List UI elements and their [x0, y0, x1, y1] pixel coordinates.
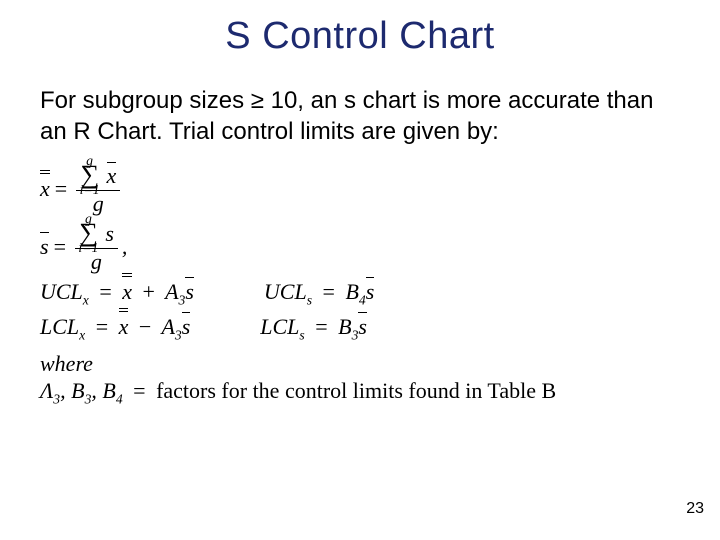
ucl-x: UCLx = x + A3s: [40, 279, 194, 308]
page-title: S Control Chart: [40, 15, 680, 58]
eq-xdoublebar: x = ∑ g i=1 x g: [40, 161, 680, 215]
factors-line: Λ3, B3, B4 = factors for the control lim…: [40, 378, 680, 407]
equations: x = ∑ g i=1 x g s =: [40, 161, 680, 407]
equals-sign: =: [49, 234, 71, 259]
fraction: ∑ g i=1 x g: [76, 161, 120, 215]
sigma-icon: ∑ g i=1: [79, 219, 98, 247]
comma: ,: [122, 234, 128, 259]
sigma-icon: ∑ g i=1: [80, 161, 99, 189]
factors-text: factors for the control limits found in …: [156, 378, 556, 403]
slide: S Control Chart For subgroup sizes ≥ 10,…: [0, 0, 720, 540]
page-number: 23: [686, 500, 704, 518]
s: s: [105, 221, 114, 246]
s-bar: s: [40, 234, 49, 259]
x-bar: x: [107, 164, 117, 187]
lcl-s: LCLs = B3s: [260, 314, 367, 343]
equals-sign: =: [50, 176, 72, 201]
eq-ucl-row: UCLx = x + A3s UCLs = B4s: [40, 279, 680, 308]
fraction: ∑ g i=1 s g: [75, 219, 118, 273]
lcl-x: LCLx = x − A3s: [40, 314, 190, 343]
where-label: where: [40, 351, 680, 376]
ucl-s: UCLs = B4s: [264, 279, 374, 308]
intro-paragraph: For subgroup sizes ≥ 10, an s chart is m…: [40, 86, 680, 147]
eq-lcl-row: LCLx = x − A3s LCLs = B3s: [40, 314, 680, 343]
x-double-bar: x: [40, 176, 50, 201]
eq-sbar: s = ∑ g i=1 s g ,: [40, 219, 680, 273]
